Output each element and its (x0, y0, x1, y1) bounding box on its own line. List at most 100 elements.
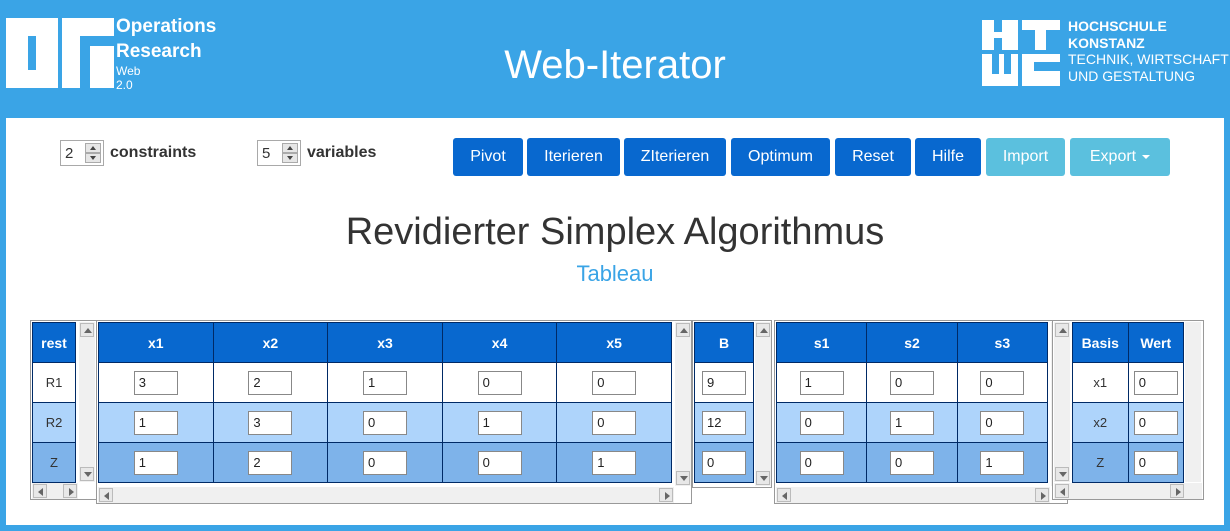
scroll-up-icon[interactable] (1055, 323, 1069, 337)
b-input[interactable]: 12 (702, 410, 746, 435)
scroll-right-icon[interactable] (1170, 484, 1184, 498)
b-table-frame: B 9 12 0 (692, 320, 772, 488)
basis-cell: x2 (1072, 402, 1129, 443)
variables-vertical-scrollbar[interactable] (675, 322, 691, 486)
column-header-wert: Wert (1127, 322, 1184, 363)
column-header-s1: s1 (775, 322, 868, 363)
scroll-left-icon[interactable] (33, 484, 47, 498)
rest-cell: R1 (32, 362, 76, 403)
wert-input[interactable]: 0 (1133, 450, 1178, 475)
slack-input[interactable]: 0 (799, 450, 844, 475)
coefficient-input[interactable]: 0 (477, 370, 522, 395)
pivot-button[interactable]: Pivot (453, 138, 523, 176)
reset-button[interactable]: Reset (835, 138, 911, 176)
b-input[interactable]: 0 (702, 450, 746, 475)
slack-input[interactable]: 1 (980, 450, 1025, 475)
caret-down-icon (1142, 154, 1151, 159)
scroll-right-icon[interactable] (63, 484, 77, 498)
constraints-decrement-button[interactable] (85, 153, 101, 163)
coefficient-input[interactable]: 1 (362, 370, 407, 395)
hilfe-button[interactable]: Hilfe (915, 138, 981, 176)
b-table: B 9 12 0 (694, 322, 754, 483)
variables-decrement-button[interactable] (282, 153, 298, 163)
variables-label: variables (307, 144, 377, 161)
column-header-basis: Basis (1072, 322, 1129, 363)
table-row: 1 3 0 1 0 (98, 402, 672, 443)
coefficient-input[interactable]: 2 (248, 450, 293, 475)
rest-vertical-scrollbar[interactable] (79, 322, 95, 482)
export-label: Export (1089, 148, 1137, 165)
variables-increment-button[interactable] (282, 143, 298, 153)
optimum-button[interactable]: Optimum (731, 138, 830, 176)
basis-cell: x1 (1072, 362, 1129, 403)
table-row: 0 0 1 (775, 442, 1049, 483)
slack-table-frame: s1 s2 s3 1 0 0 0 1 0 0 0 1 (774, 320, 1068, 504)
wert-input[interactable]: 0 (1133, 410, 1178, 435)
scroll-left-icon[interactable] (777, 488, 791, 502)
scroll-down-icon[interactable] (80, 467, 94, 481)
content-panel: 2 constraints 5 variables Pivot Iteriere… (6, 118, 1224, 525)
constraints-increment-button[interactable] (85, 143, 101, 153)
coefficient-input[interactable]: 2 (248, 370, 293, 395)
rest-cell: Z (32, 442, 76, 483)
coefficient-input[interactable]: 1 (477, 410, 522, 435)
logo-line-1: Operations (116, 16, 217, 37)
table-row: x2 0 (1072, 402, 1184, 443)
coefficient-input[interactable]: 3 (133, 370, 178, 395)
page-title: Revidierter Simplex Algorithmus (345, 211, 885, 253)
scroll-left-icon[interactable] (99, 488, 113, 502)
university-name: HOCHSCHULE KONSTANZ TECHNIK, WIRTSCHAFT … (1068, 18, 1229, 84)
coefficient-input[interactable]: 0 (362, 450, 407, 475)
import-button[interactable]: Import (986, 138, 1065, 176)
export-button[interactable]: Export (1070, 138, 1170, 176)
slack-input[interactable]: 0 (980, 410, 1025, 435)
ziterieren-button[interactable]: ZIterieren (624, 138, 726, 176)
slack-input[interactable]: 0 (889, 450, 934, 475)
constraints-value: 2 (65, 145, 74, 162)
slack-horizontal-scrollbar[interactable] (776, 487, 1050, 503)
coefficient-input[interactable]: 0 (592, 370, 637, 395)
coefficient-input[interactable]: 1 (592, 450, 637, 475)
basis-cell: Z (1072, 442, 1129, 483)
wert-input[interactable]: 0 (1133, 370, 1178, 395)
constraints-spinner[interactable]: 2 (60, 140, 104, 166)
university-line-1: HOCHSCHULE (1068, 18, 1167, 34)
scroll-down-icon[interactable] (756, 471, 770, 485)
scroll-left-icon[interactable] (1055, 484, 1069, 498)
column-header-x2: x2 (212, 322, 329, 363)
slack-input[interactable]: 1 (799, 370, 844, 395)
variables-horizontal-scrollbar[interactable] (98, 487, 674, 503)
slack-input[interactable]: 1 (889, 410, 934, 435)
table-row: 1 0 0 (775, 362, 1049, 403)
coefficient-input[interactable]: 1 (133, 410, 178, 435)
table-row: 0 1 0 (775, 402, 1049, 443)
basis-right-scrollbar[interactable] (1185, 322, 1201, 482)
coefficient-input[interactable]: 0 (477, 450, 522, 475)
scroll-down-icon[interactable] (676, 471, 690, 485)
scroll-right-icon[interactable] (659, 488, 673, 502)
coefficient-input[interactable]: 0 (592, 410, 637, 435)
basis-horizontal-scrollbar[interactable] (1054, 483, 1202, 499)
variables-spinner[interactable]: 5 (257, 140, 301, 166)
iterieren-button[interactable]: Iterieren (527, 138, 620, 176)
scroll-up-icon[interactable] (80, 323, 94, 337)
slack-input[interactable]: 0 (980, 370, 1025, 395)
scroll-right-icon[interactable] (1035, 488, 1049, 502)
b-input[interactable]: 9 (702, 370, 746, 395)
basis-vertical-scrollbar[interactable] (1054, 322, 1070, 482)
coefficient-input[interactable]: 3 (248, 410, 293, 435)
column-header-s2: s2 (866, 322, 958, 363)
variables-value: 5 (262, 145, 271, 162)
coefficient-input[interactable]: 1 (133, 450, 178, 475)
scroll-up-icon[interactable] (756, 323, 770, 337)
column-header-s3: s3 (956, 322, 1049, 363)
slack-input[interactable]: 0 (889, 370, 934, 395)
rest-horizontal-scrollbar[interactable] (32, 483, 78, 499)
coefficient-input[interactable]: 0 (362, 410, 407, 435)
b-vertical-scrollbar[interactable] (755, 322, 771, 486)
slack-input[interactable]: 0 (799, 410, 844, 435)
scroll-up-icon[interactable] (676, 323, 690, 337)
htwg-logo-icon (982, 20, 1060, 86)
scroll-down-icon[interactable] (1055, 467, 1069, 481)
basis-table-frame: Basis Wert x1 0 x2 0 Z 0 (1052, 320, 1204, 500)
